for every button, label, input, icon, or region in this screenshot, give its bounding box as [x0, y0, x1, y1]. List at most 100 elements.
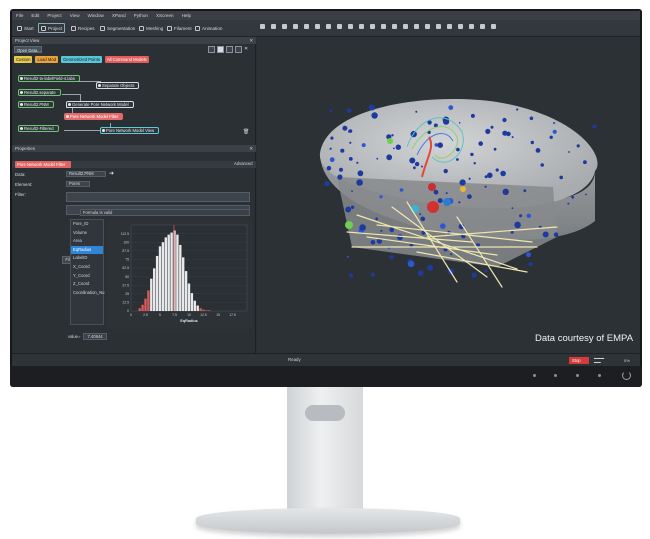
screenshot-icon[interactable]	[425, 24, 430, 29]
trash-icon[interactable]: 🗑	[243, 129, 249, 135]
slice-icon[interactable]	[381, 24, 386, 29]
attribute-item[interactable]: Z_Coord	[71, 280, 103, 289]
data-select[interactable]: Result2.PNM	[66, 171, 106, 177]
layout-icon[interactable]	[226, 46, 233, 53]
toolbar-filament-button[interactable]: Filament	[165, 23, 194, 33]
attribute-item[interactable]: Y_Coord	[71, 272, 103, 281]
product-photo: File Edit Project View Window XPand Pyth…	[0, 0, 650, 539]
attribute-list[interactable]: Pore_ID Volume Area EqRadius LabelID X_Coord Y…	[70, 219, 104, 325]
pipeline-node[interactable]: Result2-Filtered	[18, 125, 59, 132]
open-data-button[interactable]: Open Data...	[14, 46, 42, 53]
pipeline-node[interactable]: Result2.PNM	[18, 101, 54, 108]
pore-sphere	[371, 112, 378, 119]
menu-xscreen[interactable]: XScreen	[156, 13, 174, 18]
fit-icon[interactable]	[326, 24, 331, 29]
measure-icon[interactable]	[359, 24, 364, 29]
chip-geometrized-points[interactable]: Geometrized Points	[61, 56, 102, 63]
attribute-item[interactable]: Pore_ID	[71, 220, 103, 229]
view-side-icon[interactable]	[447, 24, 452, 29]
data-label: Data:	[15, 172, 26, 177]
histogram-bar	[193, 300, 196, 311]
select-icon[interactable]	[271, 24, 276, 29]
arrow-right-icon[interactable]: ➜	[109, 170, 114, 177]
pore-sphere	[535, 148, 541, 153]
layout-icon[interactable]	[480, 24, 485, 29]
rotate-icon[interactable]	[304, 24, 309, 29]
pipeline-node[interactable]: Pore Network Model View	[100, 127, 160, 134]
pipeline-node-selected[interactable]: Pore Network Model Filter	[64, 113, 124, 120]
monitor-button-icon[interactable]	[598, 374, 601, 377]
toolbar-meshing-button[interactable]: Meshing	[137, 23, 165, 33]
toolbar-project-button[interactable]: Project	[38, 23, 66, 33]
pipeline-node[interactable]: Result2.separate	[18, 89, 61, 96]
menu-xpand[interactable]: XPand	[112, 13, 126, 18]
pore-sphere	[427, 264, 434, 271]
chip-all-command-models[interactable]: All Command Models	[104, 56, 149, 63]
view-top-icon[interactable]	[458, 24, 463, 29]
toolbar-start-button[interactable]: Start	[15, 23, 36, 33]
histogram-plot[interactable]: 0 12.5 25 37.5 50 62.5 75 87.5 100 112.5 0 2.5 5 7.5 1…	[107, 219, 253, 329]
advanced-toggle[interactable]: Advanced	[234, 161, 253, 166]
menu-python[interactable]: Python	[134, 13, 148, 18]
attribute-item[interactable]: Area	[71, 237, 103, 246]
menu-file[interactable]: File	[16, 13, 23, 18]
attribute-item[interactable]: EqRadius	[71, 245, 103, 255]
ruler-icon[interactable]	[403, 24, 408, 29]
histogram-bar	[161, 242, 165, 311]
y-tick-label: 87.5	[122, 249, 129, 253]
pore-sphere	[379, 195, 383, 199]
pore-sphere	[347, 130, 351, 133]
close-icon[interactable]: ✕	[244, 46, 248, 53]
histogram-bar	[196, 305, 199, 311]
menu-edit[interactable]: Edit	[31, 13, 39, 18]
pointer-icon[interactable]	[208, 46, 215, 53]
toolbar-animation-button[interactable]: Animation	[193, 23, 224, 33]
pore-sphere	[391, 134, 394, 137]
move-icon[interactable]	[282, 24, 287, 29]
menu-window[interactable]: Window	[88, 13, 104, 18]
pore-sphere	[516, 108, 519, 111]
clip-icon[interactable]	[370, 24, 375, 29]
value-field[interactable]: 7.40944	[83, 333, 107, 340]
menu-help[interactable]: Help	[182, 13, 191, 18]
view-icon[interactable]	[217, 46, 224, 53]
pore-sphere	[510, 230, 514, 234]
light-icon[interactable]	[348, 24, 353, 29]
histogram-chart: 0 12.5 25 37.5 50 62.5 75 87.5 100 112.5 0 2.5 5 7.5 1…	[121, 224, 248, 323]
chip-load-mod[interactable]: Load Mod	[35, 56, 59, 63]
power-icon[interactable]	[622, 371, 631, 380]
pipeline-node[interactable]: Result2-to-labelField-4.labs	[18, 75, 80, 82]
stop-button[interactable]: Stop	[569, 357, 589, 364]
zoom-icon[interactable]	[293, 24, 298, 29]
pipeline-node[interactable]: Separate Objects	[96, 82, 140, 89]
toolbar-segmentation-button[interactable]: Segmentation	[98, 23, 137, 33]
grid-icon[interactable]	[469, 24, 474, 29]
grid-icon[interactable]	[235, 46, 242, 53]
pointer-icon[interactable]	[260, 24, 265, 29]
pore-sphere	[519, 214, 523, 218]
filter-expression-input[interactable]	[66, 192, 250, 202]
axis-icon[interactable]	[392, 24, 397, 29]
chip-custom[interactable]: Custom	[14, 56, 33, 63]
pore-sphere	[346, 255, 349, 258]
monitor-button-icon[interactable]	[533, 374, 536, 377]
element-select[interactable]: Pores	[66, 181, 90, 187]
close-icon[interactable]: ✕	[249, 145, 253, 152]
toolbar-recipes-button[interactable]: Recipes	[69, 23, 97, 33]
close-icon[interactable]: ✕	[249, 37, 253, 44]
monitor-button-icon[interactable]	[554, 374, 557, 377]
3d-viewer[interactable]: Data courtesy of EMPA	[257, 37, 640, 353]
close-icon[interactable]	[491, 24, 496, 29]
menu-view[interactable]: View	[70, 13, 80, 18]
pipeline-node[interactable]: Generate Pore Network Model	[66, 101, 134, 108]
pan-icon[interactable]	[315, 24, 320, 29]
bookmark-icon[interactable]	[414, 24, 419, 29]
attribute-item[interactable]: Volume	[71, 229, 103, 238]
attribute-item[interactable]: LabelID	[71, 254, 103, 263]
view-front-icon[interactable]	[436, 24, 441, 29]
camera-icon[interactable]	[337, 24, 342, 29]
menu-project[interactable]: Project	[47, 13, 61, 18]
attribute-item[interactable]: X_Coord	[71, 263, 103, 272]
attribute-item[interactable]: Coordination_Nu	[71, 289, 104, 298]
monitor-button-icon[interactable]	[576, 374, 579, 377]
